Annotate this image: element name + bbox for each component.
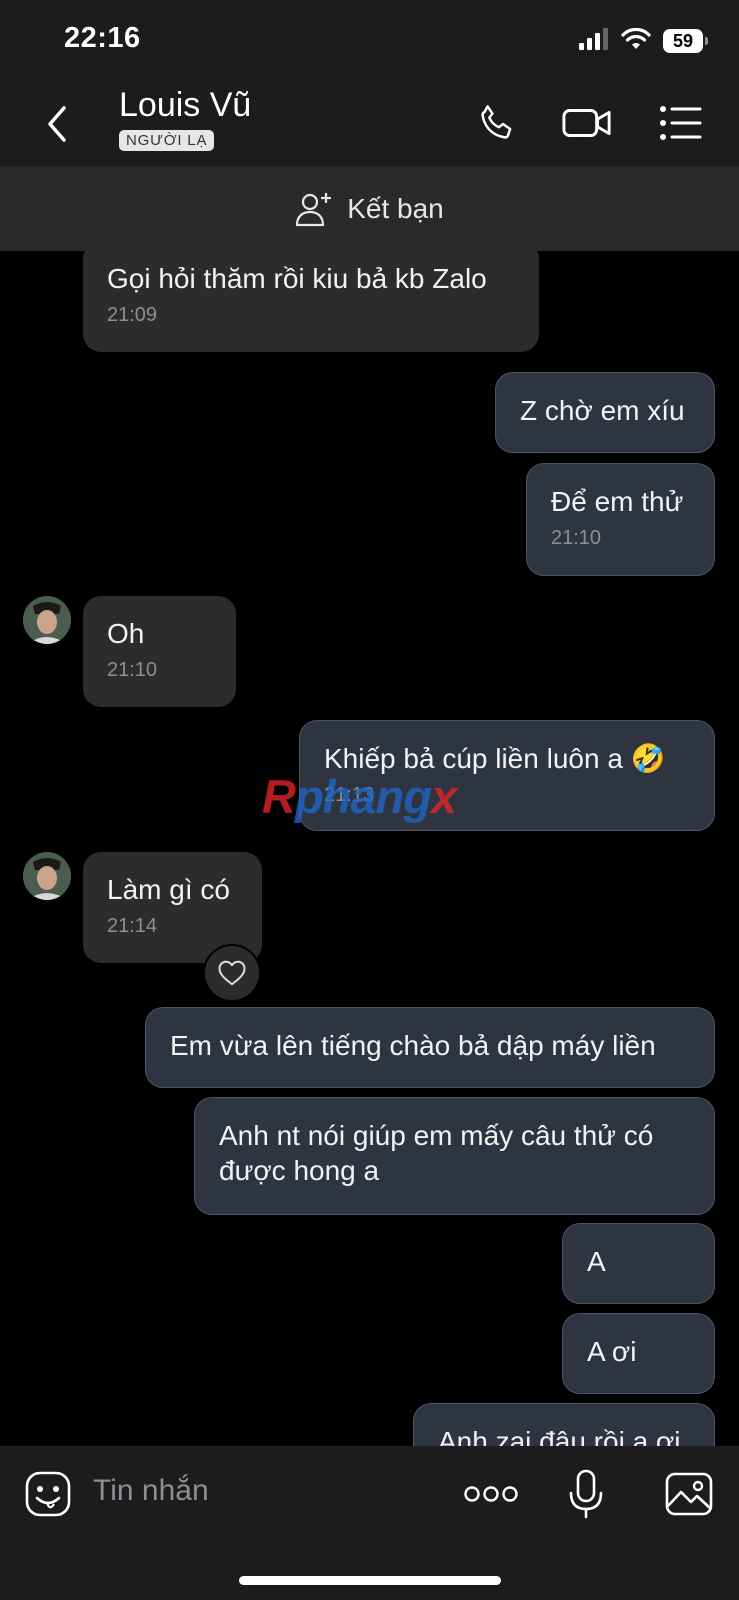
image-icon: [665, 1472, 713, 1516]
chevron-left-icon: [48, 106, 66, 142]
message-text: Anh nt nói giúp em mấy câu thử có được h…: [219, 1120, 654, 1186]
message-time: 21:09: [107, 304, 158, 326]
message-text: Để em thử: [551, 486, 684, 517]
message-time: 21:14: [107, 915, 158, 937]
phone-icon: [481, 105, 512, 139]
message-text: Em vừa lên tiếng chào bả dập máy liền: [170, 1030, 656, 1061]
heart-icon: [218, 960, 246, 986]
back-button[interactable]: [36, 102, 80, 146]
call-button[interactable]: [472, 98, 522, 148]
chat-header: Louis Vũ NGƯỜI LẠ: [0, 80, 739, 166]
message-input[interactable]: Tin nhắn: [93, 1474, 209, 1508]
message-text: Z chờ em xíu: [520, 395, 685, 426]
avatar-image: [23, 596, 71, 644]
message-text: A ơi: [587, 1336, 637, 1367]
message-bubble[interactable]: Anh nt nói giúp em mấy câu thử có được h…: [194, 1097, 715, 1215]
message-bubble[interactable]: Z chờ em xíu: [495, 372, 715, 453]
watermark-part: R: [262, 770, 296, 823]
list-menu-icon: [660, 106, 702, 140]
message-time: 21:10: [107, 659, 158, 681]
message-text: Anh zai đâu rồi a ơi: [438, 1426, 681, 1446]
avatar[interactable]: [23, 596, 71, 644]
react-button[interactable]: [203, 944, 261, 1002]
signal-icon: [579, 27, 609, 55]
status-icons: 59: [579, 26, 708, 56]
watermark-part: phang: [294, 770, 432, 823]
add-friend-button[interactable]: Kết bạn: [0, 166, 739, 251]
avatar[interactable]: [23, 852, 71, 900]
message-bubble[interactable]: Gọi hỏi thăm rồi kiu bả kb Zalo 21:09: [83, 251, 539, 352]
message-time: 21:10: [551, 527, 602, 549]
battery-icon: 59: [663, 29, 708, 53]
photo-button[interactable]: [664, 1470, 714, 1518]
message-input-bar: Tin nhắn: [0, 1446, 739, 1600]
message-text: Làm gì có: [107, 874, 230, 905]
stranger-badge: NGƯỜI LẠ: [119, 130, 215, 151]
message-text: A: [587, 1246, 606, 1277]
more-dots-icon: [464, 1486, 518, 1502]
sticker-icon: [25, 1471, 71, 1517]
message-bubble[interactable]: Anh zai đâu rồi a ơi: [413, 1403, 715, 1446]
contact-name[interactable]: Louis Vũ: [119, 86, 251, 125]
message-list[interactable]: Gọi hỏi thăm rồi kiu bả kb Zalo 21:09 Z …: [0, 251, 739, 1446]
status-bar: 22:16 59: [0, 0, 739, 80]
add-user-icon: [296, 192, 332, 226]
message-bubble[interactable]: Em vừa lên tiếng chào bả dập máy liền: [145, 1007, 715, 1088]
status-time: 22:16: [64, 22, 141, 54]
home-indicator[interactable]: [239, 1576, 501, 1585]
voice-button[interactable]: [566, 1468, 606, 1520]
message-bubble[interactable]: A ơi: [562, 1313, 715, 1394]
message-bubble[interactable]: A: [562, 1223, 715, 1304]
microphone-icon: [569, 1469, 603, 1519]
wifi-icon: [621, 27, 651, 55]
message-text: Oh: [107, 618, 145, 649]
message-bubble[interactable]: Oh 21:10: [83, 596, 236, 707]
message-text: Gọi hỏi thăm rồi kiu bả kb Zalo: [107, 263, 487, 294]
more-options-button[interactable]: [462, 1476, 520, 1512]
avatar-image: [23, 852, 71, 900]
watermark: Rphangx: [262, 769, 457, 824]
watermark-part: x: [430, 770, 457, 823]
message-bubble[interactable]: Để em thử 21:10: [526, 463, 715, 576]
video-call-button[interactable]: [562, 98, 612, 148]
menu-button[interactable]: [656, 98, 706, 148]
sticker-button[interactable]: [24, 1470, 72, 1518]
add-friend-label: Kết bạn: [347, 192, 444, 224]
video-camera-icon: [562, 109, 611, 137]
